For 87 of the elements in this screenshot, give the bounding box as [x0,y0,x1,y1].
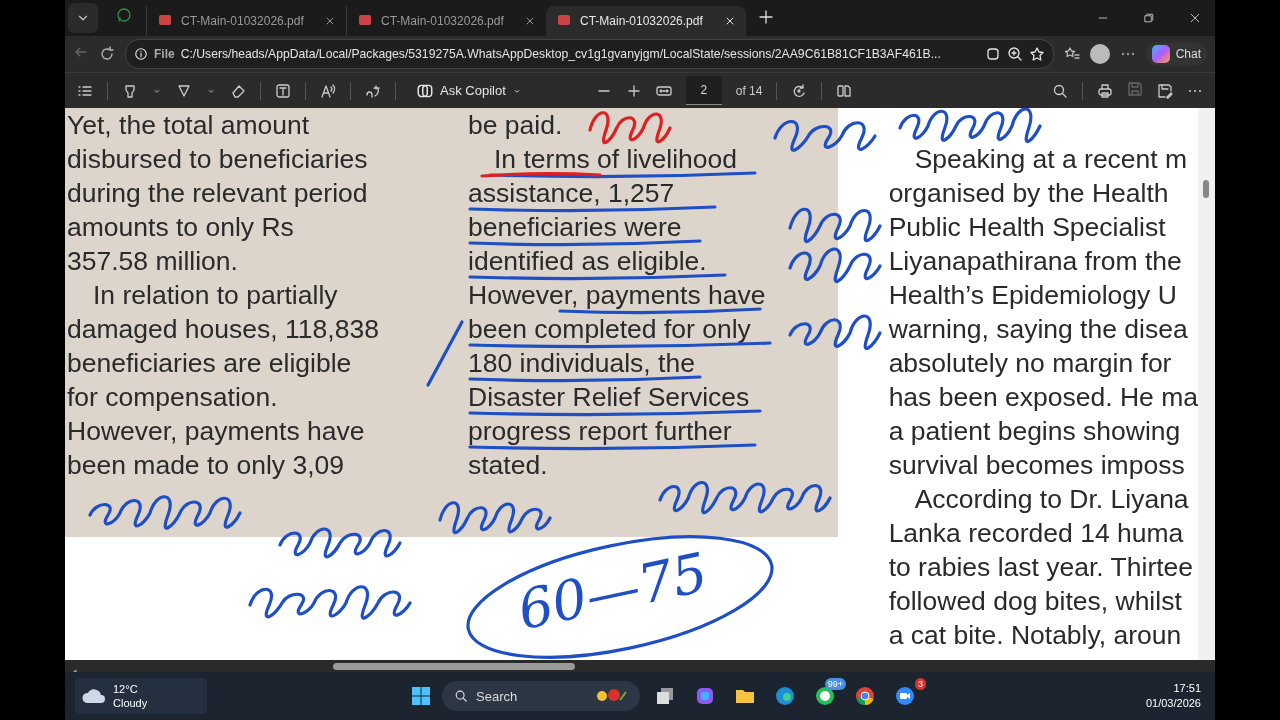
text-line: 357.58 million. [67,245,238,278]
profile-avatar[interactable] [1089,44,1110,64]
text-line: beneficiaries were [468,211,682,244]
text-line: organised by the Health [888,177,1169,210]
search-icon [454,689,468,703]
text-line: to rabies last year. Thirtee [888,551,1194,584]
text-line: amounts to only Rs [67,211,294,244]
text-line: 180 individuals, the [468,347,695,380]
close-icon[interactable] [324,15,336,27]
print-icon[interactable] [1097,82,1113,99]
tab-title: CT-Main-01032026.pdf [580,14,704,28]
horizontal-scrollbar[interactable] [65,660,1215,672]
weather-widget[interactable]: 12°C Cloudy [75,678,207,714]
taskbar-search[interactable]: Search [442,681,640,711]
text-line: In terms of livelihood [494,143,738,176]
close-icon[interactable] [524,15,536,27]
text-line: a patient begins showing [888,415,1181,448]
tab-title: CT-Main-01032026.pdf [381,14,505,28]
whatsapp-icon[interactable] [814,685,836,707]
text-line: been made to only 3,09 [67,449,344,482]
text-line: Public Health Specialist [888,211,1166,244]
temperature: 12°C [113,682,139,696]
text-box-icon[interactable] [275,82,291,99]
url-text: C:/Users/heads/AppData/Local/Packages/5319275A.WhatsAppDesktop_cv1g1gvanyjgm/LocalState/sessions/2AA9C61B81CF1B3AF461B... [180,47,942,61]
start-icon[interactable] [410,685,432,707]
close-icon[interactable] [1189,12,1201,24]
draw-icon[interactable] [176,82,192,99]
text-line: assistance, 1,257 [468,177,675,210]
text-line: been completed for only [468,313,751,346]
browser-tab[interactable]: CT-Main-01032026.pdf [546,6,746,36]
text-line: during the relevant period [67,177,368,210]
chat-button[interactable]: Chat [1145,42,1207,66]
ask-copilot-button[interactable]: Ask Copilot [410,80,528,101]
vertical-scrollbar[interactable] [1198,108,1215,660]
text-line: However, payments have [67,415,365,448]
info-icon [134,47,148,61]
text-line: damaged houses, 118,838 [67,313,379,346]
favorites-icon[interactable] [1063,46,1080,62]
highlight-icon[interactable] [122,82,138,99]
restore-icon[interactable] [1143,12,1155,24]
text-line: has been exposed. He ma [888,381,1198,414]
page-view-icon[interactable] [836,82,853,99]
handwritten-note: 60—75 [512,540,713,643]
page-number-field[interactable]: 2 [685,76,722,105]
close-icon[interactable] [724,15,736,27]
scheme-label: File [154,47,175,61]
text-line: warning, saying the disea [888,313,1188,346]
text-line: survival becomes imposs [888,449,1185,482]
text-line: followed dog bites, whilst [888,585,1182,618]
text-line: However, payments have [468,279,766,312]
tab-title: CT-Main-01032026.pdf [181,14,305,28]
reload-icon[interactable] [99,46,115,62]
text-line: Yet, the total amount [67,109,310,142]
page-count: of 14 [735,83,763,98]
notification-badge: 99+ [824,678,846,690]
text-line: Speaking at a recent m [914,143,1188,176]
text-line: progress report further [468,415,732,448]
notification-badge: 3 [915,678,926,690]
text-line: Disaster Relief Services [468,381,750,414]
read-aloud-icon[interactable] [320,82,336,99]
text-line: Lanka recorded 14 huma [888,517,1184,550]
text-line: a cat bite. Notably, aroun [888,619,1182,652]
chrome-icon[interactable] [854,685,876,707]
text-line: According to Dr. Liyana [914,483,1189,516]
weather-condition: Cloudy [113,696,148,710]
text-line: stated. [468,449,548,482]
star-icon[interactable] [1028,46,1045,62]
text-line: identified as eligible. [468,245,707,278]
clock-date: 01/03/2026 [1145,696,1201,711]
text-line: In relation to partially [93,279,338,312]
text-line: for compensation. [67,381,278,414]
text-line: absolutely no margin for [888,347,1172,380]
text-line: beneficiaries are eligible [67,347,352,380]
cloud-icon [81,687,107,705]
text-line: disbursed to beneficiaries [67,143,368,176]
zoom-in-icon[interactable] [1006,46,1023,62]
clock-time: 17:51 [1173,681,1201,696]
zoom-icon[interactable] [894,685,916,707]
edge-icon[interactable] [774,685,796,707]
search-icon[interactable] [1052,82,1068,99]
address-bar[interactable]: File C:/Users/heads/AppData/Local/Packages/5319275A.WhatsAppDesktop_cv1g1gvanyjgm/LocalState/sessions/2AA9C61B81CF1B3AF461B... [125,39,1054,69]
text-line: Liyanapathirana from the [888,245,1182,278]
text-line: be paid. [468,109,563,142]
task-view-icon[interactable] [654,685,676,707]
plus-icon[interactable] [758,9,774,25]
text-line: Health’s Epidemiology U [888,279,1177,312]
save-as-icon[interactable] [1157,82,1173,99]
